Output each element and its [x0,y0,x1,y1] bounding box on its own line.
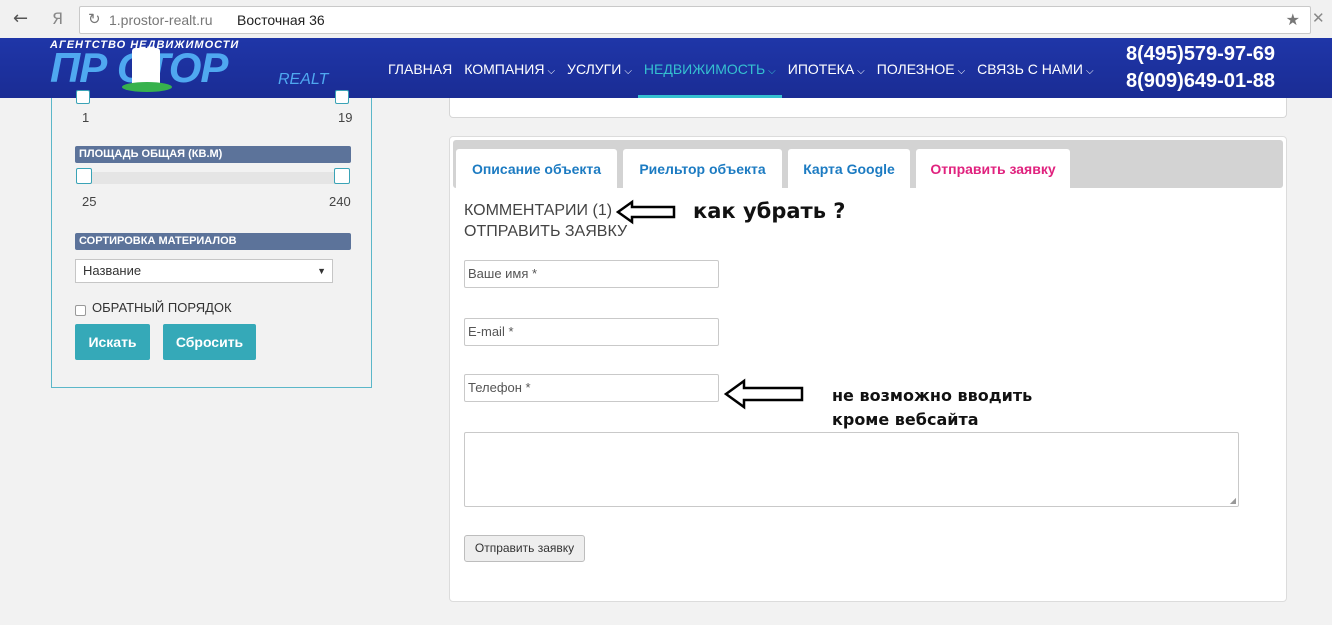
site-header: ПР СТОР АГЕНТСТВО НЕДВИЖИМОСТИ REALT ГЛА… [0,38,1332,98]
reverse-order-checkbox[interactable] [75,305,86,316]
address-domain: 1.prostor-realt.ru [109,12,213,28]
dropdown-arrow-icon: ▼ [317,266,326,276]
sort-selected-value: Название [83,263,142,278]
reload-icon[interactable]: ↻ [88,10,101,28]
sort-select[interactable]: Название ▼ [75,259,333,283]
tab-realtor[interactable]: Риельтор объекта [623,149,782,188]
range-min-value: 1 [82,110,90,125]
address-bar[interactable]: ↻ 1.prostor-realt.ru Восточная 36 ★ [79,6,1311,34]
search-button[interactable]: Искать [75,324,150,360]
message-textarea[interactable]: ◢ [464,432,1239,507]
annotation-line-1: не возможно вводить [832,386,1033,405]
area-min-value: 25 [82,194,97,209]
submit-request-button[interactable]: Отправить заявку [464,535,585,562]
nav-item-home[interactable]: ГЛАВНАЯ [382,38,458,98]
chevron-down-icon: ⌵ [957,66,966,77]
bookmark-star-icon[interactable]: ★ [1286,10,1300,29]
range-max-value: 19 [338,110,353,125]
area-section-label: ПЛОЩАДЬ ОБЩАЯ (КВ.М) [75,146,351,163]
address-page-title: Восточная 36 [237,12,325,28]
nav-label: ГЛАВНАЯ [388,61,453,77]
reverse-order-label[interactable]: ОБРАТНЫЙ ПОРЯДОК [92,300,232,315]
close-icon[interactable]: ✕ [1312,9,1325,27]
phone-number-1[interactable]: 8(495)579-97-69 [1126,41,1275,68]
annotation-line-2: кроме вебсайта [832,410,979,429]
back-arrow-icon[interactable]: ← [13,8,28,29]
resize-grip-icon[interactable]: ◢ [1230,496,1236,505]
tab-bar: Описание объекта Риельтор объекта Карта … [453,140,1283,188]
area-handle-min[interactable] [76,168,92,184]
range-handle-max[interactable] [335,90,349,104]
reset-button[interactable]: Сбросить [163,324,256,360]
nav-item-useful[interactable]: ПОЛЕЗНОЕ ⌵ [871,38,971,98]
building-icon [122,48,172,92]
range-handle-min[interactable] [76,90,90,104]
area-max-value: 240 [329,194,351,209]
area-handle-max[interactable] [334,168,350,184]
tab-google-map[interactable]: Карта Google [788,149,910,188]
nav-item-services[interactable]: УСЛУГИ ⌵ [561,38,638,98]
annotation-how-to-remove: как убрать ? [693,199,846,223]
name-field[interactable]: Ваше имя * [464,260,719,288]
area-slider-track[interactable] [83,172,340,184]
annotation-arrow-left-icon [724,378,804,410]
yandex-icon[interactable]: Я [52,9,63,28]
browser-toolbar: ← Я ↻ 1.prostor-realt.ru Восточная 36 ★ … [0,0,1332,39]
phone-field[interactable]: Телефон * [464,374,719,402]
sort-section-label: СОРТИРОВКА МАТЕРИАЛОВ [75,233,351,250]
phone-block: 8(495)579-97-69 8(909)649-01-88 [1126,41,1275,95]
nav-label: СВЯЗЬ С НАМИ [977,61,1083,77]
nav-label: ПОЛЕЗНОЕ [876,61,955,77]
nav-label: НЕДВИЖИМОСТЬ [643,61,766,77]
tab-description[interactable]: Описание объекта [456,149,617,188]
chevron-down-icon: ⌵ [768,66,776,77]
filter-panel: 1 19 ПЛОЩАДЬ ОБЩАЯ (КВ.М) 25 240 СОРТИРО… [51,90,372,388]
nav-item-contact[interactable]: СВЯЗЬ С НАМИ ⌵ [971,38,1099,98]
annotation-arrow-left-icon [616,199,676,225]
nav-label: КОМПАНИЯ [464,61,545,77]
chevron-down-icon: ⌵ [624,66,632,77]
nav-label: ИПОТЕКА [787,61,855,77]
nav-item-company[interactable]: КОМПАНИЯ ⌵ [458,38,561,98]
logo-top-text: АГЕНТСТВО НЕДВИЖИМОСТИ [50,39,240,51]
comments-heading[interactable]: КОММЕНТАРИИ (1) [464,202,612,220]
chevron-down-icon: ⌵ [857,66,865,77]
logo-sub-text: REALT [278,71,329,88]
email-field[interactable]: E-mail * [464,318,719,346]
main-nav: ГЛАВНАЯ КОМПАНИЯ ⌵ УСЛУГИ ⌵ НЕДВИЖИМОСТЬ ⌵ … [382,38,1100,98]
previous-content-box [449,98,1287,118]
annotation-input-note: не возможно вводить кроме вебсайта [832,384,1032,432]
send-request-heading: ОТПРАВИТЬ ЗАЯВКУ [464,223,628,240]
chevron-down-icon: ⌵ [547,66,556,77]
nav-item-mortgage[interactable]: ИПОТЕКА ⌵ [782,38,871,98]
chevron-down-icon: ⌵ [1085,66,1094,77]
tab-send-request[interactable]: Отправить заявку [916,149,1070,188]
nav-item-realty[interactable]: НЕДВИЖИМОСТЬ ⌵ [637,38,782,98]
site-logo[interactable]: ПР СТОР АГЕНТСТВО НЕДВИЖИМОСТИ REALT [48,38,338,98]
phone-number-2[interactable]: 8(909)649-01-88 [1126,68,1275,95]
object-tabs-card: Описание объекта Риельтор объекта Карта … [449,136,1287,602]
nav-label: УСЛУГИ [567,61,622,77]
